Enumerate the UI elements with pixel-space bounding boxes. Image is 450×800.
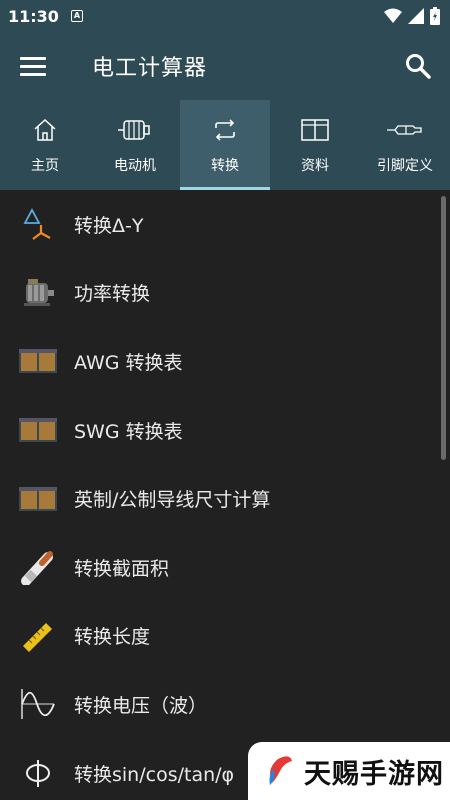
connector-icon — [387, 125, 422, 135]
book-icon — [301, 119, 329, 141]
home-icon — [34, 118, 56, 141]
list-scrollbar[interactable] — [441, 196, 446, 460]
list-item-label: 转换长度 — [74, 626, 151, 649]
tab-reference-label: 资料 — [301, 158, 329, 174]
app-title: 电工计算器 — [92, 56, 208, 81]
list-item[interactable]: AWG 转换表 — [0, 327, 450, 396]
wire-table-icon — [19, 349, 57, 374]
tab-convert[interactable]: 转换 — [180, 100, 270, 190]
tab-pinout[interactable]: 引脚定义 — [360, 100, 450, 190]
phi-icon — [26, 760, 50, 788]
list-item[interactable]: 功率转换 — [0, 259, 450, 328]
wifi-icon — [384, 8, 402, 23]
list-item-label: 功率转换 — [74, 283, 151, 306]
delta-y-icon — [23, 208, 51, 241]
motor-icon — [24, 278, 54, 306]
list-item-label: 转换sin/cos/tan/φ — [74, 763, 235, 786]
list-item-label: AWG 转换表 — [74, 351, 183, 374]
conversion-list: 转换Δ-Y 功率转换 AWG 转换表 SWG 转换表 英制/公制导线尺寸计算 转… — [0, 190, 450, 800]
tab-bar: 主页 电动机 转换 资料 引脚定义 — [0, 100, 450, 190]
tab-reference[interactable]: 资料 — [270, 100, 360, 190]
search-button[interactable] — [400, 48, 436, 84]
menu-icon — [20, 56, 46, 60]
list-item[interactable]: SWG 转换表 — [0, 396, 450, 465]
list-item[interactable]: 转换电压（波） — [0, 670, 450, 739]
list-item[interactable]: 英制/公制导线尺寸计算 — [0, 464, 450, 533]
tab-home[interactable]: 主页 — [0, 100, 90, 190]
cable-icon — [21, 551, 53, 586]
watermark: 天赐手游网 — [248, 742, 450, 800]
list-item-label: SWG 转换表 — [74, 420, 183, 443]
list-item[interactable]: 转换截面积 — [0, 533, 450, 602]
notification-icon: A — [70, 10, 83, 22]
motor-icon — [118, 120, 150, 140]
list-item-label: 转换截面积 — [74, 557, 170, 580]
tab-home-label: 主页 — [31, 158, 59, 174]
tab-convert-label: 转换 — [211, 158, 239, 174]
watermark-text: 天赐手游网 — [304, 758, 444, 790]
list-item[interactable]: 转换长度 — [0, 602, 450, 671]
wire-table-icon — [19, 418, 57, 443]
list-item[interactable]: 转换Δ-Y — [0, 190, 450, 259]
signal-icon — [408, 8, 424, 24]
app-bar: 电工计算器 — [0, 32, 450, 100]
wire-table-icon — [19, 486, 57, 511]
tab-motor-label: 电动机 — [114, 158, 156, 174]
tab-pinout-label: 引脚定义 — [377, 158, 433, 174]
status-bar: 11:30 A — [0, 0, 450, 32]
list-item-label: 英制/公制导线尺寸计算 — [74, 489, 271, 512]
sine-wave-icon — [21, 689, 55, 720]
menu-button[interactable] — [20, 50, 52, 82]
battery-icon — [430, 7, 440, 25]
status-time: 11:30 — [8, 6, 59, 26]
watermark-logo-icon — [269, 756, 292, 785]
list-item-label: 转换Δ-Y — [74, 214, 144, 237]
ruler-icon — [23, 622, 52, 652]
tab-motor[interactable]: 电动机 — [90, 100, 180, 190]
convert-icon — [215, 119, 235, 141]
search-icon — [406, 54, 431, 79]
list-item-label: 转换电压（波） — [74, 694, 208, 717]
